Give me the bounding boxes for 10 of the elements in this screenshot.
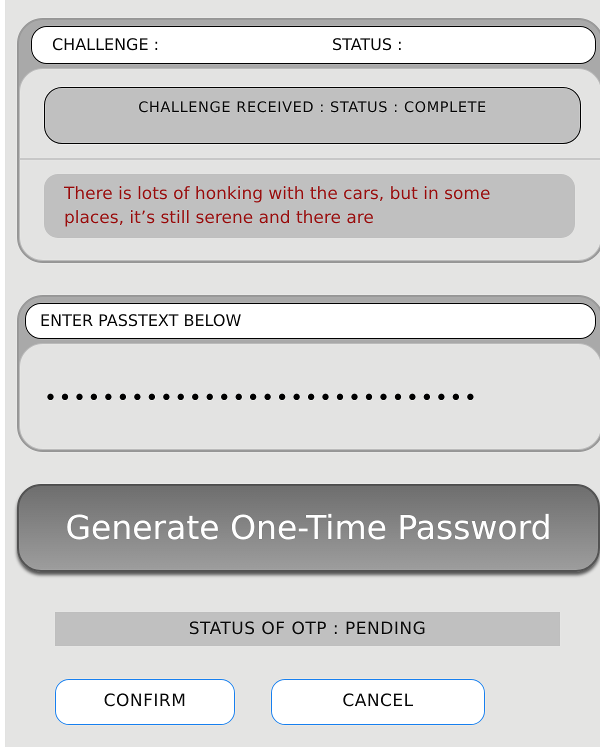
cancel-button[interactable]: CANCEL — [271, 679, 485, 725]
received-status: CHALLENGE RECEIVED : STATUS : COMPLETE — [44, 87, 581, 144]
passtext-label: ENTER PASSTEXT BELOW — [25, 303, 596, 339]
passtext-field[interactable]: •••••••••••••••••••••••••••••• — [20, 344, 600, 449]
generate-otp-button[interactable]: Generate One-Time Password — [17, 484, 600, 572]
challenge-text: There is lots of honking with the cars, but in some places, it’s still serene and there are — [44, 174, 575, 238]
otp-status: STATUS OF OTP : PENDING — [55, 612, 560, 646]
status-label: STATUS : — [332, 34, 403, 56]
confirm-button[interactable]: CONFIRM — [55, 679, 235, 725]
challenge-label: CHALLENGE : — [52, 34, 160, 56]
